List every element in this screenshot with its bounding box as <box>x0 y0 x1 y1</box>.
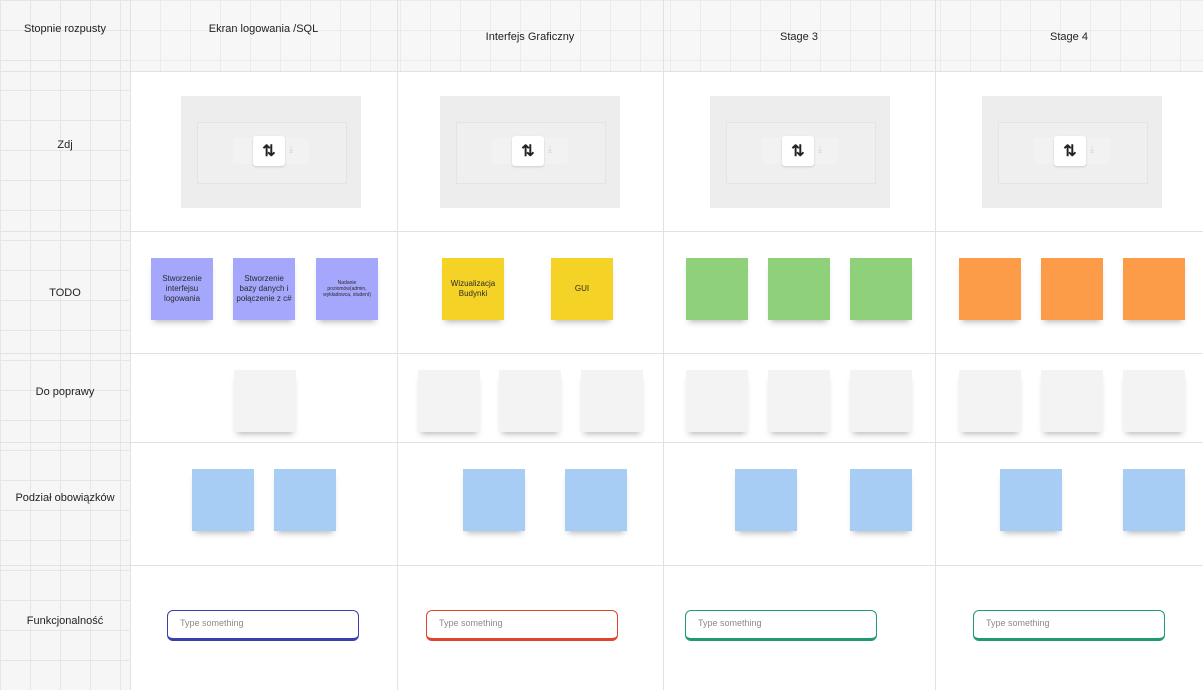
row-divider <box>0 231 1203 232</box>
sticky-note-fix[interactable] <box>1123 370 1185 432</box>
row-label-fixes: Do poprawy <box>35 386 95 398</box>
sticky-note-fix[interactable] <box>499 370 561 432</box>
swap-arrows-icon[interactable]: ⇅ <box>512 136 544 166</box>
sticky-note-todo[interactable]: GUI <box>551 258 613 320</box>
column-title-login: Ekran logowania /SQL <box>208 23 319 35</box>
image-placeholder[interactable]: ⇅ ⤓ <box>982 96 1162 208</box>
row-divider <box>0 565 1203 566</box>
sticky-note-todo[interactable] <box>959 258 1021 320</box>
download-icon: ⤓ <box>818 144 822 154</box>
sticky-note-todo[interactable] <box>768 258 830 320</box>
image-placeholder[interactable]: ⇅ ⤓ <box>181 96 361 208</box>
image-placeholder[interactable]: ⇅ ⤓ <box>440 96 620 208</box>
row-label-stages: Stopnie rozpusty <box>24 23 106 35</box>
sticky-note-todo[interactable] <box>1123 258 1185 320</box>
sticky-note-todo[interactable] <box>686 258 748 320</box>
sticky-note-todo[interactable]: Nadanie poziomów(admin, wykładowca, stud… <box>316 258 378 320</box>
sticky-note-duty[interactable] <box>274 469 336 531</box>
download-icon: ⤓ <box>289 144 293 154</box>
row-label-photo: Zdj <box>57 139 73 151</box>
sticky-note-fix[interactable] <box>686 370 748 432</box>
sticky-note-duty[interactable] <box>192 469 254 531</box>
swap-arrows-icon[interactable]: ⇅ <box>1054 136 1086 166</box>
sticky-note-todo[interactable]: Stworzenie interfejsu logowania <box>151 258 213 320</box>
text-input-stage3[interactable]: Type something <box>685 610 877 641</box>
sticky-note-todo[interactable] <box>850 258 912 320</box>
download-icon: ⤓ <box>548 144 552 154</box>
sticky-note-duty[interactable] <box>463 469 525 531</box>
sticky-note-todo[interactable]: Stworzenie bazy danych i połączenie z c# <box>233 258 295 320</box>
image-placeholder[interactable]: ⇅ ⤓ <box>710 96 890 208</box>
row-label-todo: TODO <box>49 287 81 299</box>
column-title-gui: Interfejs Graficzny <box>485 31 575 43</box>
column-divider <box>130 0 131 690</box>
sticky-note-fix[interactable] <box>581 370 643 432</box>
row-label-features: Funkcjonalność <box>26 615 104 627</box>
sticky-note-fix[interactable] <box>418 370 480 432</box>
sticky-note-duty[interactable] <box>735 469 797 531</box>
sticky-note-duty[interactable] <box>1123 469 1185 531</box>
label-column-background <box>0 0 130 690</box>
sticky-note-todo[interactable] <box>1041 258 1103 320</box>
column-divider <box>663 0 664 690</box>
column-divider <box>397 0 398 690</box>
sticky-note-fix[interactable] <box>959 370 1021 432</box>
sticky-note-fix[interactable] <box>850 370 912 432</box>
sticky-note-duty[interactable] <box>1000 469 1062 531</box>
row-divider <box>0 71 1203 72</box>
sticky-note-duty[interactable] <box>850 469 912 531</box>
swap-arrows-icon[interactable]: ⇅ <box>782 136 814 166</box>
row-divider <box>0 442 1203 443</box>
download-icon: ⤓ <box>1090 144 1094 154</box>
text-input-gui[interactable]: Type something <box>426 610 618 641</box>
column-title-stage3: Stage 3 <box>780 31 818 43</box>
swap-arrows-icon[interactable]: ⇅ <box>253 136 285 166</box>
sticky-note-todo[interactable]: Wizualizacja Budynki <box>442 258 504 320</box>
sticky-note-fix[interactable] <box>1041 370 1103 432</box>
sticky-note-fix[interactable] <box>768 370 830 432</box>
column-title-stage4: Stage 4 <box>1050 31 1088 43</box>
text-input-login[interactable]: Type something <box>167 610 359 641</box>
row-label-duties: Podział obowiązków <box>15 492 115 504</box>
sticky-note-duty[interactable] <box>565 469 627 531</box>
column-divider <box>935 0 936 690</box>
row-divider <box>0 353 1203 354</box>
text-input-stage4[interactable]: Type something <box>973 610 1165 641</box>
sticky-note-fix[interactable] <box>234 370 296 432</box>
